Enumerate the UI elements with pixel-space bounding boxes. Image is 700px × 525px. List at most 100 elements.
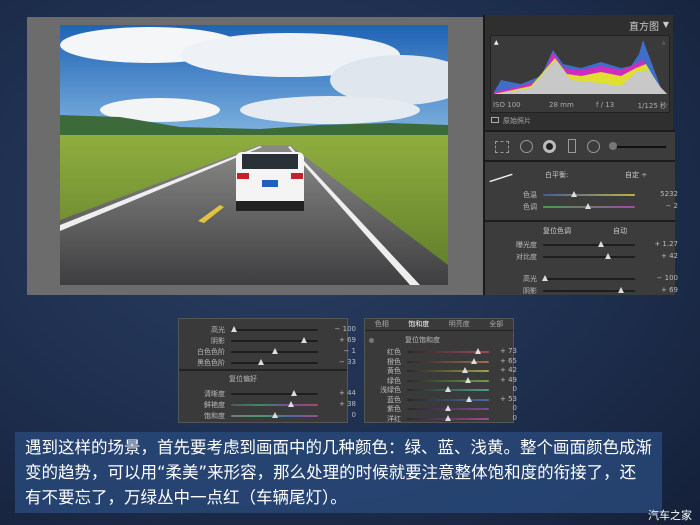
- slider-value[interactable]: 0: [487, 385, 517, 393]
- slider-value[interactable]: + 69: [326, 336, 356, 344]
- slider-row: 曝光度 + 1.27: [516, 240, 678, 250]
- slider-row: 高光 − 100: [211, 325, 356, 335]
- slider-thumb[interactable]: [445, 386, 451, 392]
- slider-thumb[interactable]: [571, 191, 578, 197]
- slider-value[interactable]: 0: [326, 411, 356, 419]
- reset-presence-label[interactable]: 复位偏好: [229, 374, 257, 384]
- slider-thumb[interactable]: [445, 414, 451, 421]
- slider-value[interactable]: + 38: [326, 400, 356, 408]
- slider-track[interactable]: [231, 404, 318, 406]
- slider-row: 色温 5232: [523, 190, 678, 200]
- slider-track[interactable]: [407, 370, 489, 372]
- slider-value[interactable]: − 100: [326, 325, 356, 333]
- slider-thumb[interactable]: [541, 275, 548, 281]
- spot-removal-icon[interactable]: [520, 140, 533, 153]
- slider-row: 白色色阶 − 1: [197, 347, 356, 357]
- hsl-tab[interactable]: 全部: [489, 319, 503, 330]
- slider-value[interactable]: − 2: [648, 202, 678, 210]
- slider-thumb[interactable]: [288, 401, 295, 407]
- slider-track[interactable]: [543, 256, 635, 258]
- shadow-clipping-icon[interactable]: ▲: [494, 39, 499, 46]
- white-balance-mode-select[interactable]: 自定 ÷: [625, 170, 647, 180]
- target-adjust-icon[interactable]: [369, 338, 374, 343]
- slider-thumb[interactable]: [301, 337, 308, 343]
- slider-thumb[interactable]: [597, 241, 604, 247]
- slider-row: 红色 + 73: [387, 347, 517, 357]
- slider-track[interactable]: [543, 278, 635, 280]
- slider-thumb[interactable]: [618, 287, 625, 293]
- slider-row: 阴影 + 69: [211, 336, 356, 346]
- slider-value[interactable]: − 1: [326, 347, 356, 355]
- slider-value[interactable]: 5232: [648, 190, 678, 198]
- slider-label: 黑色色阶: [197, 359, 225, 367]
- slider-row: 绿色 + 49: [387, 376, 517, 386]
- slider-value[interactable]: + 42: [487, 366, 517, 374]
- slider-track[interactable]: [231, 362, 318, 364]
- crop-tool-icon[interactable]: [495, 141, 509, 153]
- red-eye-icon[interactable]: [543, 140, 556, 153]
- slider-track[interactable]: [407, 379, 489, 382]
- hsl-tab[interactable]: 明亮度: [449, 319, 470, 330]
- slider-value[interactable]: + 42: [648, 252, 678, 260]
- collapse-triangle-icon[interactable]: ▼: [663, 20, 669, 29]
- reset-tone-label[interactable]: 复位色调: [543, 226, 571, 236]
- highlight-clipping-icon[interactable]: ▲: [661, 39, 666, 46]
- slider-label: 黄色: [387, 367, 401, 375]
- landscape-photo: [60, 25, 448, 285]
- slider-thumb[interactable]: [471, 357, 478, 364]
- radial-filter-icon[interactable]: [587, 140, 600, 153]
- slider-track[interactable]: [231, 393, 318, 395]
- slider-label: 高光: [211, 326, 225, 334]
- slider-value[interactable]: + 69: [648, 286, 678, 294]
- basic-presence-panel: 高光 − 100 阴影 + 69 白色色阶 − 1 黑色色阶 − 33 复位偏好 清晰度 + 4…: [178, 318, 356, 423]
- hsl-panel: 色相 饱和度 明亮度 全部 复位饱和度 红色 + 73 橙色 + 65 黄色 + 42 绿色 + 4…: [364, 318, 517, 423]
- slider-row: 高光 − 100: [523, 274, 678, 284]
- brush-slider[interactable]: [611, 146, 666, 148]
- original-photo-checkbox[interactable]: [491, 117, 499, 123]
- caption-box: 遇到这样的场景，首先要考虑到画面中的几种颜色：绿、蓝、浅黄。整个画面颜色成渐变的…: [15, 432, 662, 513]
- slider-thumb[interactable]: [445, 405, 451, 411]
- slider-value[interactable]: − 100: [648, 274, 678, 282]
- slider-track[interactable]: [407, 398, 489, 401]
- slider-thumb[interactable]: [230, 326, 237, 332]
- slider-value[interactable]: + 73: [487, 347, 517, 355]
- slider-label: 蓝色: [387, 395, 401, 404]
- slider-row: 鲜艳度 + 38: [204, 400, 356, 410]
- slider-thumb[interactable]: [585, 203, 592, 209]
- slider-track[interactable]: [543, 194, 635, 196]
- slider-thumb[interactable]: [271, 412, 278, 418]
- slider-value[interactable]: + 1.27: [648, 240, 678, 248]
- eyedropper-icon[interactable]: ╱: [489, 167, 512, 190]
- slider-track[interactable]: [231, 329, 318, 331]
- slider-label: 红色: [387, 348, 401, 356]
- slider-thumb[interactable]: [464, 376, 471, 383]
- exif-iso: ISO 100: [493, 101, 521, 109]
- slider-label: 浅绿色: [380, 386, 401, 394]
- slider-thumb[interactable]: [466, 395, 473, 402]
- slider-thumb[interactable]: [257, 359, 264, 365]
- slider-thumb[interactable]: [290, 390, 297, 396]
- slider-thumb[interactable]: [605, 253, 612, 259]
- slider-row: 饱和度 0: [204, 411, 356, 421]
- slider-track[interactable]: [543, 244, 635, 246]
- slider-value[interactable]: + 49: [487, 376, 517, 384]
- slider-value[interactable]: 0: [487, 404, 517, 412]
- slider-thumb[interactable]: [474, 348, 481, 354]
- slider-thumb[interactable]: [462, 367, 469, 373]
- slider-value[interactable]: + 53: [487, 395, 517, 403]
- slider-value[interactable]: + 65: [487, 357, 517, 365]
- slider-row: 黄色 + 42: [387, 366, 517, 376]
- brush-slider-thumb[interactable]: [609, 142, 617, 150]
- slider-row: 橙色 + 65: [387, 357, 517, 367]
- graduated-filter-icon[interactable]: [568, 139, 576, 153]
- hsl-tab[interactable]: 饱和度: [408, 319, 429, 330]
- slider-label: 阴影: [523, 287, 537, 295]
- auto-tone-button[interactable]: 自动: [613, 226, 627, 236]
- slider-thumb[interactable]: [271, 348, 278, 354]
- slider-label: 橙色: [387, 357, 401, 366]
- slider-value[interactable]: − 33: [326, 358, 356, 366]
- slider-value[interactable]: 0: [487, 414, 517, 422]
- reset-saturation-label[interactable]: 复位饱和度: [405, 335, 440, 345]
- slider-value[interactable]: + 44: [326, 389, 356, 397]
- hsl-tab[interactable]: 色相: [375, 319, 389, 330]
